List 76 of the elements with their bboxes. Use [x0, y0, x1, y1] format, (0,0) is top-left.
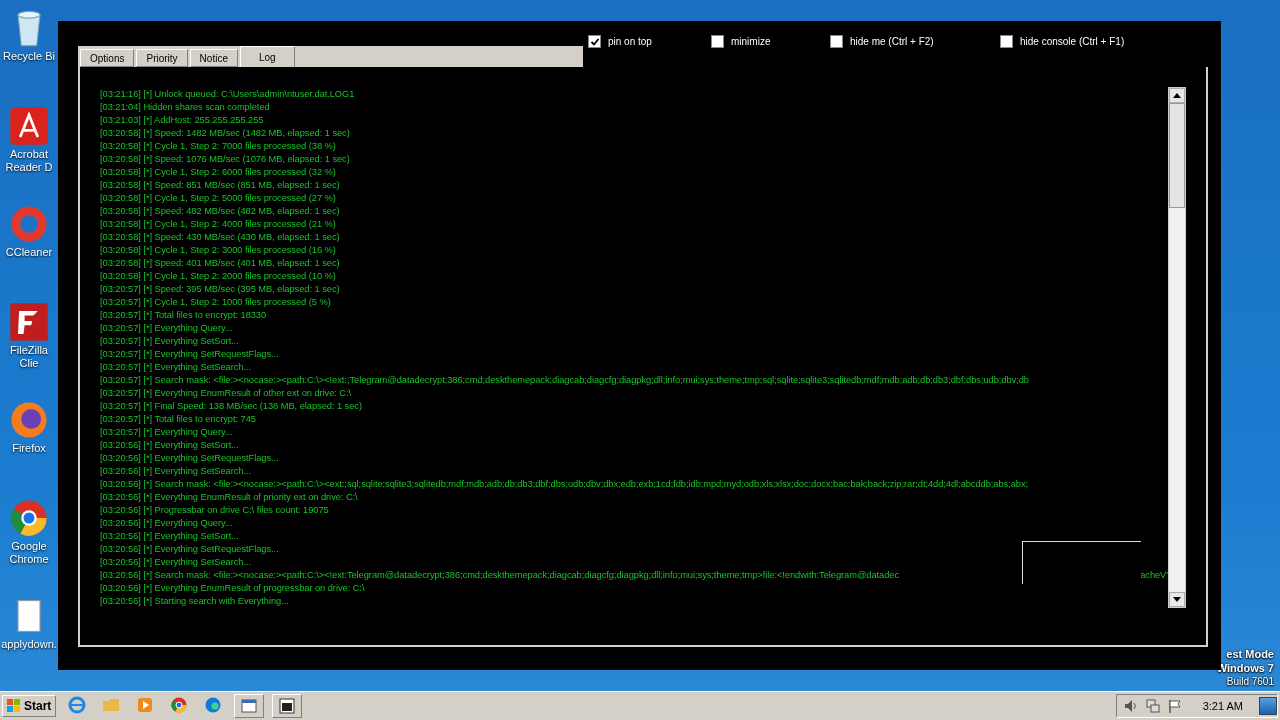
log-line: [03:20:56] [*] Progressbar on drive C:\ files count: 19075: [100, 504, 329, 517]
log-line: [03:20:56] [*] Everything SetSearch...: [100, 556, 252, 569]
log-line: [03:20:58] [*] Cycle 1, Step 2: 3000 files processed (16 %): [100, 244, 336, 257]
log-line: [03:20:57] [*] Everything Query...: [100, 426, 233, 439]
log-line: [03:20:58] [*] Cycle 1, Step 2: 7000 files processed (38 %): [100, 140, 336, 153]
log-line: [03:20:56] [*] Everything SetRequestFlags...: [100, 452, 279, 465]
scroll-up-icon[interactable]: [1169, 88, 1185, 103]
checkbox-label[interactable]: hide me (Ctrl + F2): [850, 36, 934, 47]
log-line: [03:20:58] [*] Cycle 1, Step 2: 6000 files processed (32 %): [100, 166, 336, 179]
log-line: [03:20:57] [*] Everything Query...: [100, 322, 233, 335]
log-line: [03:20:58] [*] Speed: 430 MB/sec (430 MB, elapsed: 1 sec): [100, 231, 340, 244]
show-desktop-button[interactable]: [1259, 697, 1277, 715]
start-button[interactable]: Start: [2, 695, 57, 717]
log-line: [03:20:56] [*] Everything Query...: [100, 517, 233, 530]
log-line: [03:20:56] [*] Everything SetRequestFlags...: [100, 543, 279, 556]
flag-icon[interactable]: [1166, 698, 1183, 714]
scroll-thumb[interactable]: [1169, 103, 1185, 208]
desktop-icon-label[interactable]: FileZilla Clie: [0, 344, 58, 370]
desktop-icon-label[interactable]: Acrobat Reader D: [0, 148, 58, 174]
desktop-icon-label[interactable]: Recycle Bi: [3, 50, 55, 63]
desktop-icon-label[interactable]: Firefox: [12, 442, 46, 455]
log-line: [03:20:58] [*] Cycle 1, Step 2: 5000 files processed (27 %): [100, 192, 336, 205]
clock[interactable]: 3:21 AM: [1202, 700, 1243, 712]
checkbox[interactable]: [830, 35, 843, 48]
desktop-icon-label[interactable]: Google Chrome: [0, 540, 58, 566]
log-line: [03:20:57] [*] Everything SetSort...: [100, 335, 239, 348]
log-line: [03:20:56] [*] Search mask: <file:><nocase:><path:C:\><!ext:Telegram@datadecrypt;386;cmd;deskthemepack;diagcab;diagcfg;diagpkg;dll;info;mui;sys;theme;tmp>file:<!endwith:Telegram@datadec: [100, 569, 900, 582]
log-line: [03:21:04] Hidden shares scan completed: [100, 101, 270, 114]
log-line: [03:21:03] [*] AddHost: 255.255.255.255: [100, 114, 264, 127]
scrollbar[interactable]: [1168, 87, 1186, 608]
checkbox[interactable]: [711, 35, 724, 48]
os-edition-text: Build 7601: [1226, 675, 1274, 689]
log-line: [03:20:57] [*] Total files to encrypt: 18330: [100, 309, 267, 322]
windows-logo-icon: [7, 699, 21, 713]
log-line: [03:20:58] [*] Speed: 401 MB/sec (401 MB, elapsed: 1 sec): [100, 257, 340, 270]
tab[interactable]: Options: [80, 49, 135, 67]
log-line: [03:20:58] [*] Speed: 1076 MB/sec (1076 MB, elapsed: 1 sec): [100, 153, 350, 166]
log-line: [03:20:58] [*] Cycle 1, Step 2: 2000 files processed (10 %): [100, 270, 336, 283]
log-line: [03:20:57] [*] Everything SetSearch...: [100, 361, 252, 374]
log-line: [03:20:56] [*] Everything SetSearch...: [100, 465, 252, 478]
log-line: [03:20:58] [*] Speed: 851 MB/sec (851 MB, elapsed: 1 sec): [100, 179, 340, 192]
checkbox[interactable]: [588, 35, 601, 48]
log-line: [03:20:57] [*] Everything EnumResult of other ext on drive: C:\: [100, 387, 352, 400]
log-line: [03:20:56] [*] Starting search with Everything...: [100, 595, 289, 608]
log-line: [03:20:57] [*] Search mask: <file:><nocase:><path:C:\><!ext:;Telegram@datadecrypt;386;cmd;deskthemepack;diagcab;diagcfg;diagpkg;dll;info;mui;sys;theme;tmp;sql;sqlite;sqlite3;sqlitedb;mdf;mdb;adb;db;db3;dbf;dbs;udb;dbv;db: [100, 374, 1029, 387]
log-line: [03:20:57] [*] Everything SetRequestFlags...: [100, 348, 279, 361]
log-line: [03:21:16] [*] Unlock queued: C:\Users\admin\ntuser.dat.LOG1: [100, 88, 355, 101]
app-icon[interactable]: [7, 104, 51, 148]
log-line: [03:20:56] [*] Search mask: <file:><nocase:><path:C:\><ext:;sql;sqlite;sqlite3;sqlitedb;mdf;mdb;adb;db;db3;dbf;dbs;udb;dbv;dbx;edb;exb;1cd;fdb;idb;mpd;myd;odb;xls;xlsx;doc;docx;bac;bak;back;zip;rar;dt;4dd;4dl;abcddb;abs;abx;: [100, 478, 1029, 491]
log-line: [03:20:57] [*] Total files to encrypt: 745: [100, 413, 256, 426]
network-icon[interactable]: [1144, 698, 1161, 714]
checkbox[interactable]: [1000, 35, 1013, 48]
log-line: [03:20:58] [*] Cycle 1, Step 2: 4000 files processed (21 %): [100, 218, 336, 231]
log-line: [03:20:57] [*] Cycle 1, Step 2: 1000 files processed (5 %): [100, 296, 331, 309]
log-line: [03:20:56] [*] Everything SetSort...: [100, 530, 239, 543]
tab[interactable]: Notice: [189, 49, 238, 67]
tab[interactable]: Priority: [136, 49, 188, 67]
scroll-down-icon[interactable]: [1169, 592, 1185, 607]
log-line: [03:20:57] [*] Final Speed: 138 MB/sec (138 MB, elapsed: 1 sec): [100, 400, 362, 413]
log-line: [03:20:56] [*] Everything EnumResult of priority ext on drive: C:\: [100, 491, 358, 504]
window-icon[interactable]: [272, 694, 303, 718]
checkbox-label[interactable]: minimize: [731, 36, 771, 47]
log-line: [03:20:58] [*] Speed: 1482 MB/sec (1482 MB, elapsed: 1 sec): [100, 127, 350, 140]
log-line: [03:20:56] [*] Everything SetSort...: [100, 439, 239, 452]
tab[interactable]: Log: [239, 46, 295, 67]
os-edition-text: est Mode: [1226, 647, 1274, 661]
checkbox-label[interactable]: hide console (Ctrl + F1): [1020, 36, 1125, 47]
speaker-icon[interactable]: [1122, 698, 1139, 714]
log-line: acheV': [1140, 569, 1168, 582]
checkbox-label[interactable]: pin on top: [608, 36, 652, 47]
log-line: [03:20:56] [*] Everything EnumResult of progressbar on drive: C:\: [100, 582, 365, 595]
desktop-icon-label[interactable]: applydown.: [1, 638, 57, 651]
log-line: [03:20:58] [*] Speed: 482 MB/sec (482 MB, elapsed: 1 sec): [100, 205, 340, 218]
app-icon[interactable]: [7, 300, 51, 344]
desktop-icon-label[interactable]: CCleaner: [5, 246, 53, 259]
log-line: [03:20:57] [*] Speed: 395 MB/sec (395 MB, elapsed: 1 sec): [100, 283, 340, 296]
